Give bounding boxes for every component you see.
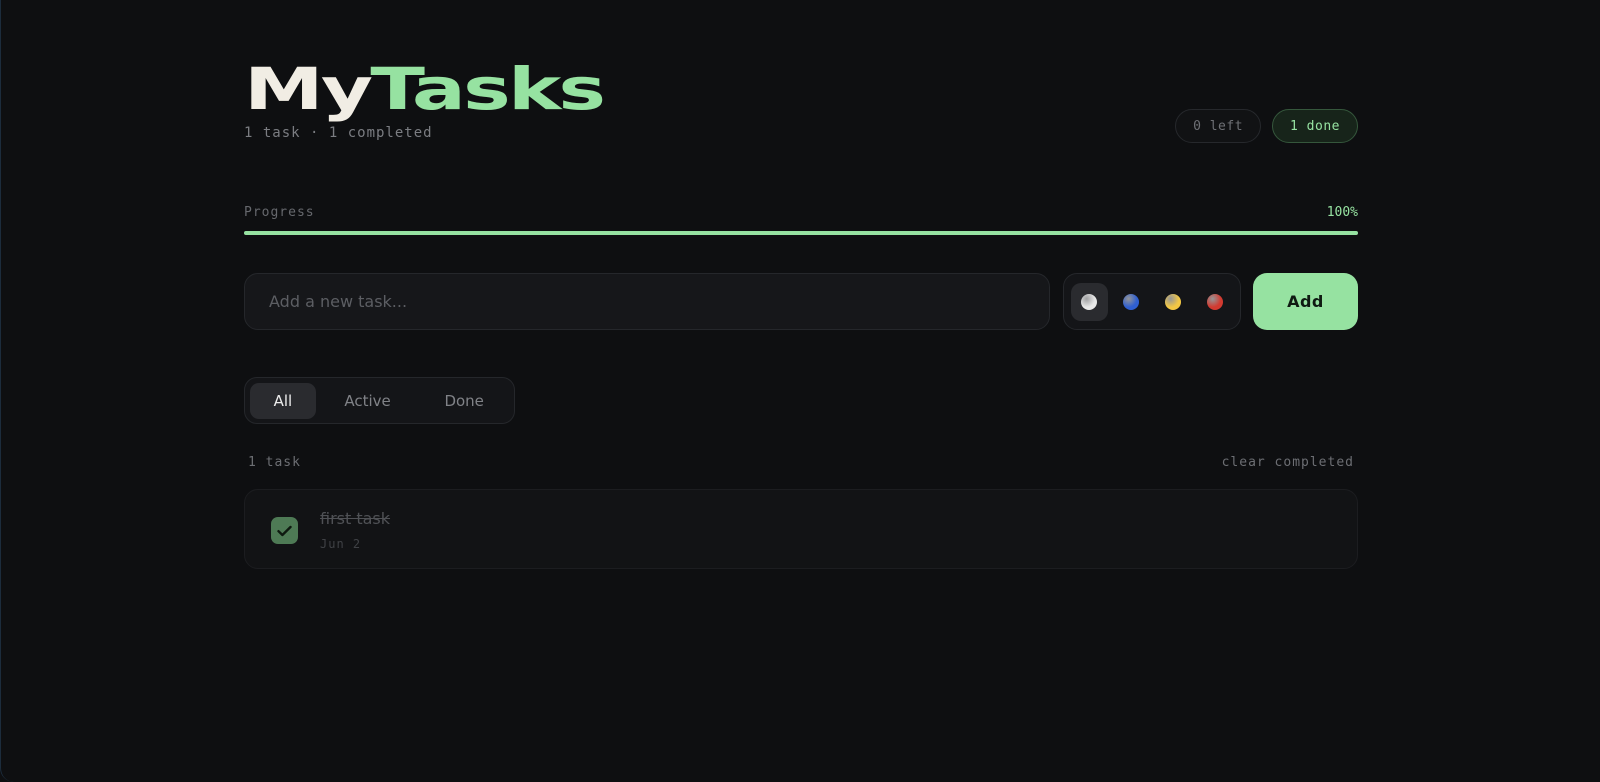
- progress-percent: 100%: [1326, 205, 1358, 220]
- add-task-button[interactable]: Add: [1253, 273, 1358, 330]
- white-dot-icon: [1081, 293, 1098, 310]
- page-title: MyTasks: [244, 55, 606, 123]
- tab-all[interactable]: All: [250, 382, 316, 419]
- task-checkbox[interactable]: [271, 517, 298, 544]
- main-content: MyTasks 1 task · 1 completed 0 left 1 do…: [244, 0, 1358, 782]
- yellow-dot-icon: [1164, 293, 1181, 310]
- list-item: first task Jun 2: [244, 489, 1358, 569]
- check-icon: [277, 525, 292, 536]
- filter-tabs: All Active Done: [244, 377, 515, 424]
- color-option-white[interactable]: [1071, 282, 1108, 321]
- blue-dot-icon: [1123, 293, 1140, 310]
- title-tasks: Tasks: [370, 55, 606, 123]
- progress-fill: [244, 231, 1358, 235]
- done-count-badge: 1 done: [1272, 109, 1358, 143]
- title-my: My: [244, 55, 373, 123]
- progress-bar: [244, 231, 1358, 235]
- color-option-red[interactable]: [1196, 283, 1233, 321]
- task-count: 1 task: [248, 455, 301, 470]
- tab-done[interactable]: Done: [419, 383, 509, 419]
- color-option-yellow[interactable]: [1155, 283, 1192, 321]
- task-title: first task: [320, 509, 391, 528]
- progress-label: Progress: [244, 205, 315, 220]
- color-option-blue[interactable]: [1113, 283, 1150, 321]
- left-count-badge: 0 left: [1175, 109, 1262, 143]
- color-picker: [1063, 273, 1241, 330]
- new-task-input[interactable]: [244, 273, 1050, 330]
- task-date: Jun 2: [320, 537, 362, 551]
- clear-completed-link[interactable]: clear completed: [1222, 455, 1354, 470]
- stats-pills: 0 left 1 done: [1175, 109, 1358, 143]
- red-dot-icon: [1206, 293, 1223, 310]
- tab-active[interactable]: Active: [316, 383, 420, 419]
- app-window: MyTasks 1 task · 1 completed 0 left 1 do…: [0, 0, 1600, 782]
- task-summary: 1 task · 1 completed: [244, 125, 433, 141]
